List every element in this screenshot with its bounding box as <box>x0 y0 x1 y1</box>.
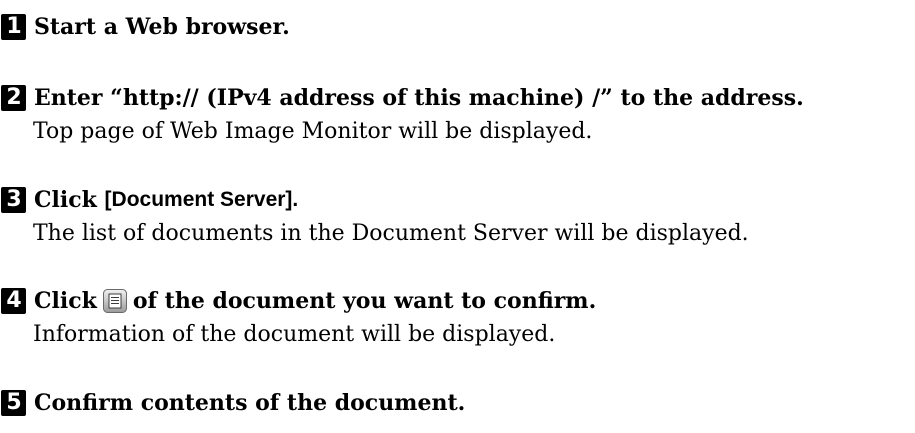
step-number-badge: 3 <box>1 187 26 213</box>
document-server-label: [Document Server]. <box>104 188 299 211</box>
step-number-badge: 2 <box>1 85 26 111</box>
step-5-title: Confirm contents of the document. <box>34 390 466 416</box>
step-2-description: Top page of Web Image Monitor will be di… <box>33 119 593 144</box>
step-number-badge: 5 <box>1 390 26 416</box>
step-3-title: Click [Document Server]. <box>34 187 298 213</box>
step-3: 3 Click [Document Server]. The list of d… <box>0 185 915 246</box>
step-2-title: Enter “http:// (IPv4 address of this mac… <box>34 85 804 111</box>
step-3-title-prefix: Click <box>34 187 105 213</box>
step-5-heading: 5 Confirm contents of the document. <box>0 388 915 418</box>
step-4-description: Information of the document will be disp… <box>33 322 556 347</box>
document-details-icon <box>102 289 127 313</box>
step-4-title-suffix: of the document you want to confirm. <box>132 288 597 314</box>
step-4-title-prefix: Click <box>34 288 97 314</box>
step-number-badge: 4 <box>1 288 26 314</box>
step-3-description: The list of documents in the Document Se… <box>33 221 749 246</box>
step-5: 5 Confirm contents of the document. <box>0 388 915 418</box>
step-1: 1 Start a Web browser. <box>0 12 915 42</box>
step-4-heading: 4 Click of the document you want to conf… <box>0 286 915 316</box>
step-3-heading: 3 Click [Document Server]. <box>0 185 915 215</box>
step-2-heading: 2 Enter “http:// (IPv4 address of this m… <box>0 83 915 113</box>
step-number-badge: 1 <box>1 14 26 40</box>
step-2: 2 Enter “http:// (IPv4 address of this m… <box>0 83 915 144</box>
step-4-title: Click of the document you want to confir… <box>34 288 596 314</box>
step-4: 4 Click of the document you want to conf… <box>0 286 915 347</box>
step-1-title: Start a Web browser. <box>34 14 290 40</box>
step-1-heading: 1 Start a Web browser. <box>0 12 915 42</box>
